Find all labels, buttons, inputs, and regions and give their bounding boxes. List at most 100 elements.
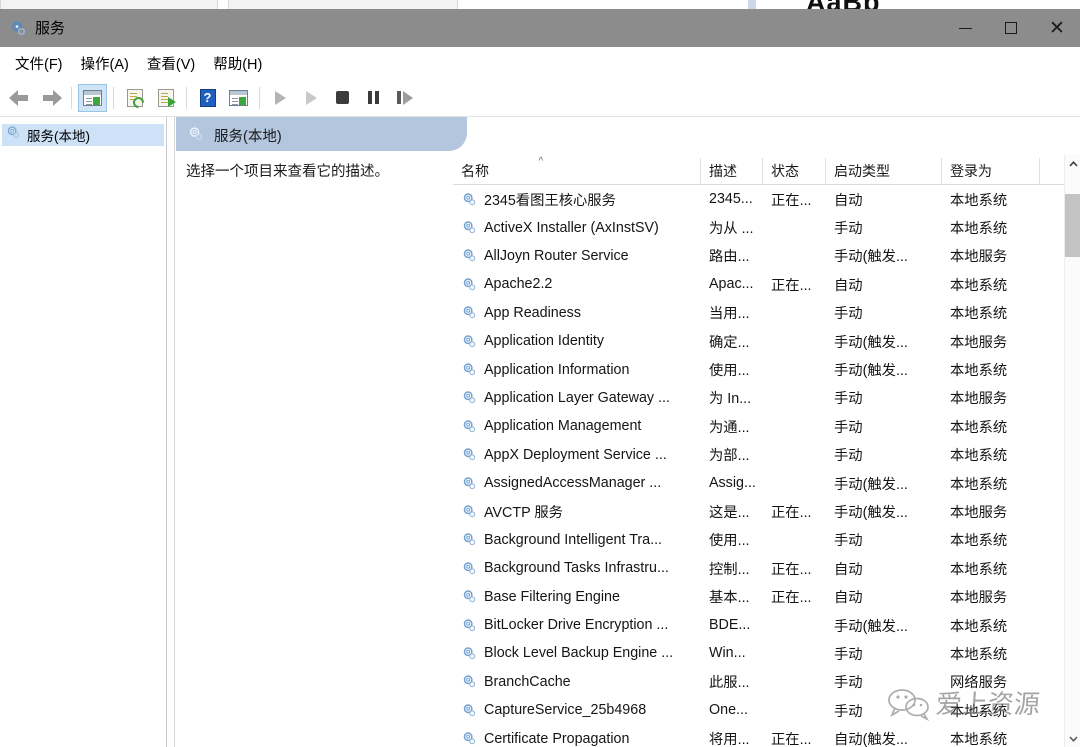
- service-gear-icon: [462, 362, 477, 377]
- table-row[interactable]: Base Filtering Engine 基本... 正在... 自动 本地服务: [453, 582, 1064, 610]
- cell-状态: 正在...: [771, 504, 812, 521]
- cell-启动类型: 手动(触发...: [834, 249, 908, 266]
- cell-启动类型: 手动: [834, 419, 863, 436]
- table-row[interactable]: AssignedAccessManager ... Assig... 手动(触发..…: [453, 469, 1064, 497]
- cell-描述: Win...: [709, 645, 746, 662]
- sidebar-item-services-local[interactable]: 服务(本地): [2, 124, 164, 146]
- list-column-headers: ^ 名称 描述 状态 启动类型 登录为: [453, 155, 1080, 185]
- export-list-button[interactable]: [151, 84, 180, 112]
- detail-header-title: 服务(本地): [214, 129, 282, 145]
- table-row[interactable]: CaptureService_25b4968 One... 手动 本地系统: [453, 696, 1064, 724]
- table-row[interactable]: AppX Deployment Service ... 为部... 手动 本地系统: [453, 441, 1064, 469]
- column-header-label: 状态: [771, 163, 799, 179]
- table-row[interactable]: App Readiness 当用... 手动 本地系统: [453, 299, 1064, 327]
- service-name-label: Base Filtering Engine: [484, 588, 620, 605]
- table-row[interactable]: 2345看图王核心服务 2345... 正在... 自动 本地系统: [453, 185, 1064, 213]
- table-row[interactable]: Application Identity 确定... 手动(触发... 本地服务: [453, 327, 1064, 355]
- cell-描述: 为部...: [709, 448, 750, 465]
- cell-启动类型: 自动: [834, 277, 863, 294]
- service-name-label: Application Identity: [484, 333, 605, 350]
- menu-file[interactable]: 文件(F): [6, 50, 72, 77]
- resume-service-button[interactable]: [297, 84, 326, 112]
- cell-启动类型: 手动(触发...: [834, 618, 908, 635]
- cell-登录为: 本地系统: [950, 561, 1008, 578]
- service-gear-icon: [462, 334, 477, 349]
- table-row[interactable]: Block Level Backup Engine ... Win... 手动 本地系…: [453, 639, 1064, 667]
- scroll-up-button[interactable]: [1065, 155, 1080, 172]
- menu-help[interactable]: 帮助(H): [204, 50, 271, 77]
- column-header-4[interactable]: 登录为: [942, 158, 1040, 184]
- services-gear-icon: [6, 125, 21, 145]
- column-header-0[interactable]: ^ 名称: [453, 157, 701, 184]
- detail-description: 选择一个项目来查看它的描述。: [186, 164, 389, 180]
- cell-名称: ActiveX Installer (AxInstSV): [453, 220, 701, 236]
- scroll-track[interactable]: [1065, 172, 1080, 730]
- table-row[interactable]: Certificate Propagation 将用... 正在... 自动(触发..…: [453, 724, 1064, 747]
- column-header-3[interactable]: 启动类型: [826, 158, 942, 184]
- stop-service-button[interactable]: [328, 84, 357, 112]
- table-row[interactable]: Background Intelligent Tra... 使用... 手动 本地系统: [453, 526, 1064, 554]
- cell-登录为: 本地系统: [950, 448, 1008, 465]
- cell-登录为: 本地系统: [950, 732, 1008, 747]
- back-button[interactable]: [5, 84, 34, 112]
- cell-名称: CaptureService_25b4968: [453, 702, 701, 718]
- show-action-pane-button[interactable]: [224, 84, 253, 112]
- sidebar-item-label: 服务(本地): [27, 129, 90, 144]
- table-row[interactable]: Background Tasks Infrastru... 控制... 正在... 自…: [453, 554, 1064, 582]
- cell-登录为: 本地系统: [950, 363, 1008, 380]
- vertical-scrollbar[interactable]: [1064, 155, 1080, 747]
- table-row[interactable]: Application Management 为通... 手动 本地系统: [453, 412, 1064, 440]
- pane-splitter[interactable]: [167, 117, 175, 747]
- service-name-label: AVCTP 服务: [484, 504, 563, 521]
- pause-service-button[interactable]: [359, 84, 388, 112]
- cell-启动类型: 手动: [834, 646, 863, 663]
- cell-描述: 为通...: [709, 419, 750, 436]
- table-row[interactable]: BitLocker Drive Encryption ... BDE... 手动(触…: [453, 611, 1064, 639]
- maximize-button[interactable]: [988, 9, 1034, 47]
- cell-描述: 这是...: [709, 504, 750, 521]
- cell-启动类型: 手动: [834, 391, 863, 408]
- cell-状态: 正在...: [771, 732, 812, 747]
- table-row[interactable]: BranchCache 此服... 手动 网络服务: [453, 668, 1064, 696]
- column-header-1[interactable]: 描述: [701, 158, 763, 184]
- table-row[interactable]: AllJoyn Router Service 路由... 手动(触发... 本地服务: [453, 242, 1064, 270]
- table-row[interactable]: ActiveX Installer (AxInstSV) 为从 ... 手动 本地系统: [453, 213, 1064, 241]
- table-row[interactable]: Apache2.2 Apac... 正在... 自动 本地系统: [453, 270, 1064, 298]
- start-service-button[interactable]: [266, 84, 295, 112]
- toolbar-separator-2: [113, 86, 114, 109]
- table-row[interactable]: Application Information 使用... 手动(触发... 本地系统: [453, 355, 1064, 383]
- service-gear-icon: [462, 390, 477, 405]
- service-name-label: Application Layer Gateway ...: [484, 389, 670, 406]
- cell-启动类型: 手动: [834, 675, 863, 692]
- window-titlebar: 服务 ✕: [0, 9, 1080, 47]
- menu-action[interactable]: 操作(A): [72, 50, 138, 77]
- minimize-button[interactable]: [942, 9, 988, 47]
- close-button[interactable]: ✕: [1034, 9, 1080, 47]
- cell-名称: Block Level Backup Engine ...: [453, 645, 701, 661]
- bg-blue-marker: [748, 0, 756, 9]
- forward-button[interactable]: [36, 84, 65, 112]
- column-header-2[interactable]: 状态: [763, 158, 826, 184]
- cell-登录为: 本地系统: [950, 646, 1008, 663]
- column-header-label: 描述: [709, 163, 737, 179]
- service-gear-icon: [462, 703, 477, 718]
- scroll-down-button[interactable]: [1065, 730, 1080, 747]
- cell-描述: BDE...: [709, 617, 751, 634]
- cell-登录为: 网络服务: [950, 675, 1008, 692]
- restart-service-button[interactable]: [390, 84, 419, 112]
- cell-名称: Background Intelligent Tra...: [453, 532, 701, 548]
- cell-登录为: 本地系统: [950, 192, 1008, 209]
- cell-启动类型: 手动(触发...: [834, 334, 908, 351]
- menu-view[interactable]: 查看(V): [138, 50, 204, 77]
- cell-启动类型: 手动(触发...: [834, 363, 908, 380]
- help-button[interactable]: ?: [193, 84, 222, 112]
- table-row[interactable]: Application Layer Gateway ... 为 In... 手动 本地…: [453, 384, 1064, 412]
- service-name-label: Background Intelligent Tra...: [484, 531, 663, 548]
- table-row[interactable]: AVCTP 服务 这是... 正在... 手动(触发... 本地服务: [453, 497, 1064, 525]
- refresh-button[interactable]: [120, 84, 149, 112]
- services-list: 2345看图王核心服务 2345... 正在... 自动 本地系统 ActiveX Ins…: [453, 185, 1064, 747]
- scroll-thumb[interactable]: [1065, 194, 1080, 257]
- show-hide-console-tree-button[interactable]: [78, 83, 107, 112]
- service-name-label: ActiveX Installer (AxInstSV): [484, 219, 659, 236]
- service-name-label: Block Level Backup Engine ...: [484, 645, 674, 662]
